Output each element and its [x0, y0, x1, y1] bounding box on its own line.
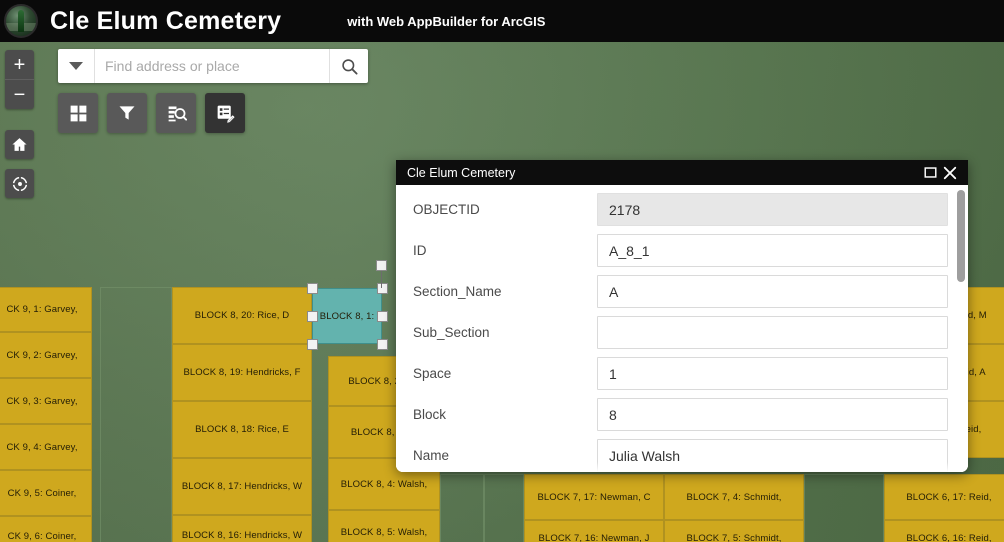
popup-bottom-fade	[396, 462, 968, 472]
map-plot-feature[interactable]: CK 9, 6: Coiner,	[0, 516, 92, 542]
popup-close-button[interactable]	[940, 162, 960, 184]
edit-vertex-handle[interactable]	[306, 310, 318, 322]
page-title: Cle Elum Cemetery	[50, 6, 282, 35]
locate-icon	[11, 175, 28, 192]
map-plot-feature[interactable]: BLOCK 7, 16: Newman, J	[524, 520, 664, 542]
attribute-field-input[interactable]: A_8_1	[597, 234, 948, 267]
popup-title: Cle Elum Cemetery	[407, 165, 516, 180]
zoom-in-button[interactable]: +	[5, 50, 34, 80]
search-submit-button[interactable]	[329, 49, 368, 83]
map-plot-feature[interactable]: BLOCK 6, 17: Reid,	[884, 474, 1004, 520]
filter-button[interactable]	[107, 93, 147, 133]
attribute-field-label: Space	[413, 366, 452, 381]
map-plot-feature[interactable]: BLOCK 8, 18: Rice, E	[172, 401, 312, 458]
app-header: Cle Elum Cemetery with Web AppBuilder fo…	[0, 0, 1004, 42]
map-plot-feature[interactable]: BLOCK 7, 17: Newman, C	[524, 474, 664, 520]
search-source-dropdown[interactable]	[58, 49, 95, 83]
edit-attributes-icon	[217, 105, 235, 123]
map-plot-feature[interactable]: BLOCK 8, 17: Hendricks, W	[172, 458, 312, 515]
map-plot-feature[interactable]: CK 9, 3: Garvey,	[0, 378, 92, 424]
search-bar	[58, 49, 368, 83]
app-logo	[0, 0, 42, 42]
map-grass-cell	[440, 474, 484, 542]
edit-vertex-handle[interactable]	[306, 338, 318, 350]
attribute-field-row: Section_Name A	[396, 271, 968, 312]
attribute-field-label: OBJECTID	[413, 202, 480, 217]
map-plot-feature[interactable]: CK 9, 2: Garvey,	[0, 332, 92, 378]
attribute-field-input[interactable]: A	[597, 275, 948, 308]
close-icon	[943, 166, 957, 179]
attribute-field-row: Sub_Section	[396, 312, 968, 353]
attribute-field-row: Space 1	[396, 353, 968, 394]
funnel-icon	[119, 106, 135, 120]
popup-maximize-button[interactable]	[920, 162, 940, 184]
map-plot-feature[interactable]: BLOCK 7, 5: Schmidt,	[664, 520, 804, 542]
search-attributes-icon	[168, 106, 187, 121]
edit-vertex-handle[interactable]	[306, 282, 318, 294]
attribute-editor-popup: Cle Elum Cemetery OBJECTID 2178 ID A_8_1 Sec…	[396, 160, 968, 472]
basemap-gallery-button[interactable]	[58, 93, 98, 133]
grid-icon	[70, 105, 86, 121]
map-plot-feature[interactable]: BLOCK 8, 19: Hendricks, F	[172, 344, 312, 401]
maximize-icon	[923, 167, 937, 178]
edit-vertex-handle[interactable]	[376, 310, 388, 322]
attribute-field-input[interactable]: 1	[597, 357, 948, 390]
attribute-field-input[interactable]: 8	[597, 398, 948, 431]
home-icon	[12, 138, 27, 151]
map-plot-feature[interactable]: BLOCK 8, 20: Rice, D	[172, 287, 312, 344]
cemetery-logo-icon	[4, 4, 38, 38]
attribute-field-list: OBJECTID 2178 ID A_8_1 Section_Name A Sub_Sect…	[396, 189, 968, 472]
edit-vertex-handle[interactable]	[376, 338, 388, 350]
home-button[interactable]	[5, 130, 34, 159]
popup-title-bar: Cle Elum Cemetery	[396, 160, 968, 185]
zoom-controls: + −	[5, 50, 34, 109]
map-plot-feature[interactable]: CK 9, 1: Garvey,	[0, 287, 92, 332]
app-subtitle: with Web AppBuilder for ArcGIS	[347, 13, 546, 29]
attribute-field-label: Block	[413, 407, 447, 422]
rotate-handle[interactable]	[376, 260, 387, 271]
popup-form[interactable]: OBJECTID 2178 ID A_8_1 Section_Name A Sub_Sect…	[396, 185, 968, 472]
map-plot-feature[interactable]: CK 9, 5: Coiner,	[0, 470, 92, 516]
my-location-button[interactable]	[5, 169, 34, 198]
map-plot-feature[interactable]: BLOCK 8, 16: Hendricks, W	[172, 515, 312, 542]
attribute-field-label: ID	[413, 243, 427, 258]
zoom-out-button[interactable]: −	[5, 80, 34, 109]
map-plot-feature-selected[interactable]: BLOCK 8, 1:	[312, 288, 382, 344]
search-icon	[341, 58, 358, 75]
edit-vertex-handle[interactable]	[376, 282, 388, 294]
smart-editor-button[interactable]	[205, 93, 245, 133]
search-input[interactable]	[95, 58, 329, 74]
widget-toolbar	[58, 93, 245, 133]
map-plot-feature[interactable]: BLOCK 7, 4: Schmidt,	[664, 474, 804, 520]
attribute-field-row: Block 8	[396, 394, 968, 435]
map-grass-cell	[804, 474, 884, 542]
popup-scrollbar[interactable]	[957, 190, 965, 467]
attribute-field-row: ID A_8_1	[396, 230, 968, 271]
map-plot-feature[interactable]: CK 9, 4: Garvey,	[0, 424, 92, 470]
map-grass-cell	[100, 287, 172, 542]
arcgis-web-app: CK 9, 1: Garvey, CK 9, 2: Garvey, CK 9, 3:…	[0, 0, 1004, 542]
popup-scrollbar-thumb[interactable]	[957, 190, 965, 282]
attribute-search-button[interactable]	[156, 93, 196, 133]
attribute-field-label: Sub_Section	[413, 325, 490, 340]
map-plot-feature[interactable]: BLOCK 6, 16: Reid,	[884, 520, 1004, 542]
attribute-field-row: OBJECTID 2178	[396, 189, 968, 230]
map-grass-cell	[484, 474, 524, 542]
attribute-field-label: Section_Name	[413, 284, 502, 299]
chevron-down-icon	[69, 62, 83, 70]
attribute-field-input: 2178	[597, 193, 948, 226]
map-plot-feature[interactable]: BLOCK 8, 5: Walsh,	[328, 510, 440, 542]
attribute-field-input[interactable]	[597, 316, 948, 349]
attribute-field-label: Name	[413, 448, 450, 463]
